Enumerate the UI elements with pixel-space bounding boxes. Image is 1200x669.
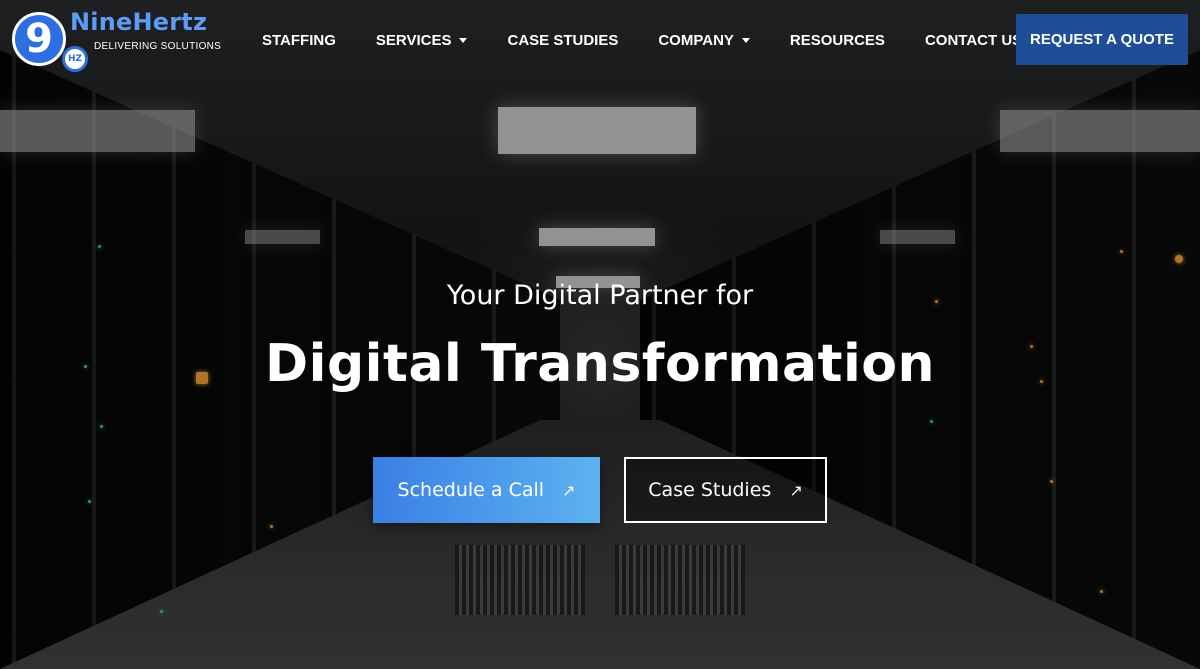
request-quote-button[interactable]: REQUEST A QUOTE [1016, 14, 1188, 65]
arrow-up-right-icon: ↗ [562, 480, 576, 500]
nav-item-contact-us[interactable]: CONTACT US [925, 32, 1022, 49]
hero-subtitle: Your Digital Partner for [446, 280, 754, 311]
logo-mark: 9 [12, 12, 66, 66]
nav-item-services[interactable]: SERVICES [376, 32, 468, 49]
brand-tagline: DELIVERING SOLUTIONS [94, 41, 222, 52]
nav-item-company[interactable]: COMPANY [658, 32, 750, 49]
nav-item-label: RESOURCES [789, 31, 885, 49]
nav-item-label: CASE STUDIES [507, 31, 619, 49]
site-header: 9 HZ NineHertz DELIVERING SOLUTIONS STAF… [0, 0, 1200, 78]
main-nav: STAFFING SERVICES CASE STUDIES COMPANY R… [262, 28, 1022, 52]
logo-badge: HZ [62, 46, 88, 72]
nav-item-label: STAFFING [262, 31, 336, 49]
schedule-call-button[interactable]: Schedule a Call ↗ [373, 457, 600, 523]
button-label: Case Studies [648, 479, 772, 501]
nav-item-staffing[interactable]: STAFFING [262, 32, 336, 49]
chevron-down-icon [459, 37, 468, 43]
nav-item-label: COMPANY [658, 31, 734, 49]
nav-item-case-studies[interactable]: CASE STUDIES [507, 32, 618, 49]
nav-item-resources[interactable]: RESOURCES [790, 32, 885, 49]
chevron-down-icon [741, 37, 750, 43]
nav-item-label: CONTACT US [924, 31, 1023, 49]
brand-logo[interactable]: 9 HZ NineHertz DELIVERING SOLUTIONS [10, 8, 222, 72]
nav-item-label: SERVICES [375, 31, 452, 49]
arrow-up-right-icon: ↗ [789, 480, 803, 500]
hero-title: Digital Transformation [264, 334, 936, 394]
brand-name: NineHertz [70, 8, 208, 36]
case-studies-button[interactable]: Case Studies ↗ [624, 457, 827, 523]
button-label: Schedule a Call [397, 479, 545, 501]
